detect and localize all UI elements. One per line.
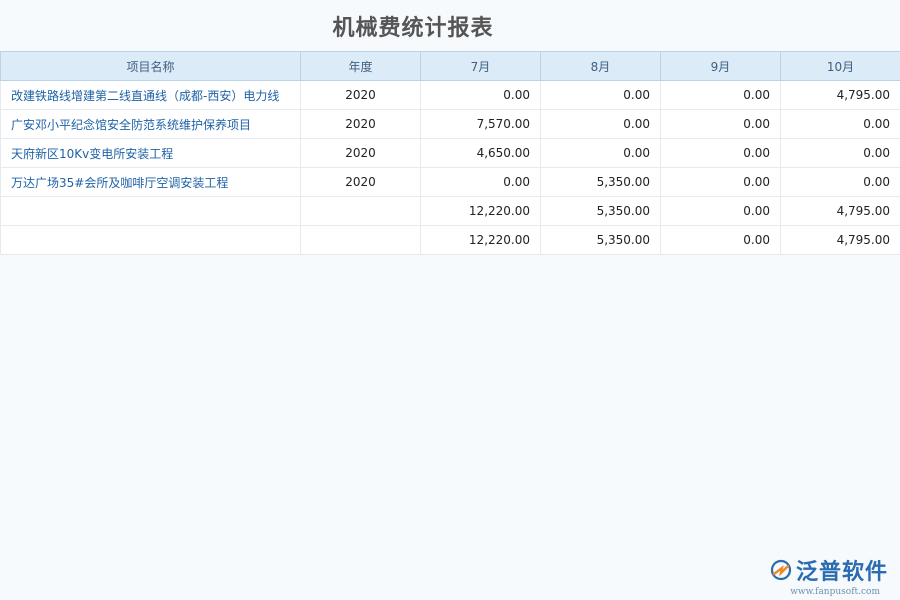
cell-september: 0.00: [661, 168, 781, 197]
cell-september: 0.00: [661, 81, 781, 110]
report-table: 项目名称 年度 7月 8月 9月 10月 改建铁路线增建第二线直通线（成都-西安…: [0, 51, 900, 255]
brand-name: 泛普软件: [796, 554, 888, 586]
cell-september: 0.00: [661, 139, 781, 168]
cell-october: 4,795.00: [781, 226, 900, 255]
cell-september: 0.00: [661, 197, 781, 226]
table-header-row: 项目名称 年度 7月 8月 9月 10月: [1, 52, 900, 81]
cell-project-name[interactable]: 天府新区10Kv变电所安装工程: [1, 139, 301, 168]
cell-october: 0.00: [781, 110, 900, 139]
total-row: 12,220.00 5,350.00 0.00 4,795.00: [1, 226, 900, 255]
cell-project-name: [1, 197, 301, 226]
column-header-project-name[interactable]: 项目名称: [1, 52, 301, 81]
cell-year: [301, 197, 421, 226]
cell-july: 12,220.00: [421, 226, 541, 255]
cell-project-name[interactable]: 改建铁路线增建第二线直通线（成都-西安）电力线: [1, 81, 301, 110]
cell-year: 2020: [301, 81, 421, 110]
cell-project-name: [1, 226, 301, 255]
cell-july: 7,570.00: [421, 110, 541, 139]
cell-year: 2020: [301, 139, 421, 168]
brand-logo: 泛普软件: [770, 554, 888, 586]
cell-july: 0.00: [421, 81, 541, 110]
table-row[interactable]: 天府新区10Kv变电所安装工程 2020 4,650.00 0.00 0.00 …: [1, 139, 900, 168]
cell-august: 5,350.00: [541, 197, 661, 226]
table-row[interactable]: 广安邓小平纪念馆安全防范系统维护保养项目 2020 7,570.00 0.00 …: [1, 110, 900, 139]
table-row[interactable]: 改建铁路线增建第二线直通线（成都-西安）电力线 2020 0.00 0.00 0…: [1, 81, 900, 110]
cell-august: 0.00: [541, 81, 661, 110]
cell-project-name[interactable]: 广安邓小平纪念馆安全防范系统维护保养项目: [1, 110, 301, 139]
cell-august: 5,350.00: [541, 226, 661, 255]
cell-project-name[interactable]: 万达广场35#会所及咖啡厅空调安装工程: [1, 168, 301, 197]
table-row[interactable]: 万达广场35#会所及咖啡厅空调安装工程 2020 0.00 5,350.00 0…: [1, 168, 900, 197]
column-header-october[interactable]: 10月: [781, 52, 900, 81]
cell-september: 0.00: [661, 226, 781, 255]
cell-july: 4,650.00: [421, 139, 541, 168]
cell-august: 0.00: [541, 139, 661, 168]
column-header-year[interactable]: 年度: [301, 52, 421, 81]
cell-october: 0.00: [781, 168, 900, 197]
cell-october: 0.00: [781, 139, 900, 168]
cell-year: 2020: [301, 110, 421, 139]
page-title: 机械费统计报表: [0, 10, 826, 42]
cell-year: [301, 226, 421, 255]
cell-august: 0.00: [541, 110, 661, 139]
cell-september: 0.00: [661, 110, 781, 139]
cell-october: 4,795.00: [781, 197, 900, 226]
cell-july: 0.00: [421, 168, 541, 197]
cell-august: 5,350.00: [541, 168, 661, 197]
column-header-july[interactable]: 7月: [421, 52, 541, 81]
subtotal-row: 12,220.00 5,350.00 0.00 4,795.00: [1, 197, 900, 226]
column-header-august[interactable]: 8月: [541, 52, 661, 81]
cell-october: 4,795.00: [781, 81, 900, 110]
cell-july: 12,220.00: [421, 197, 541, 226]
fanpu-logo-icon: [770, 559, 792, 581]
cell-year: 2020: [301, 168, 421, 197]
brand-url: www.fanpusoft.com: [790, 587, 880, 597]
column-header-september[interactable]: 9月: [661, 52, 781, 81]
